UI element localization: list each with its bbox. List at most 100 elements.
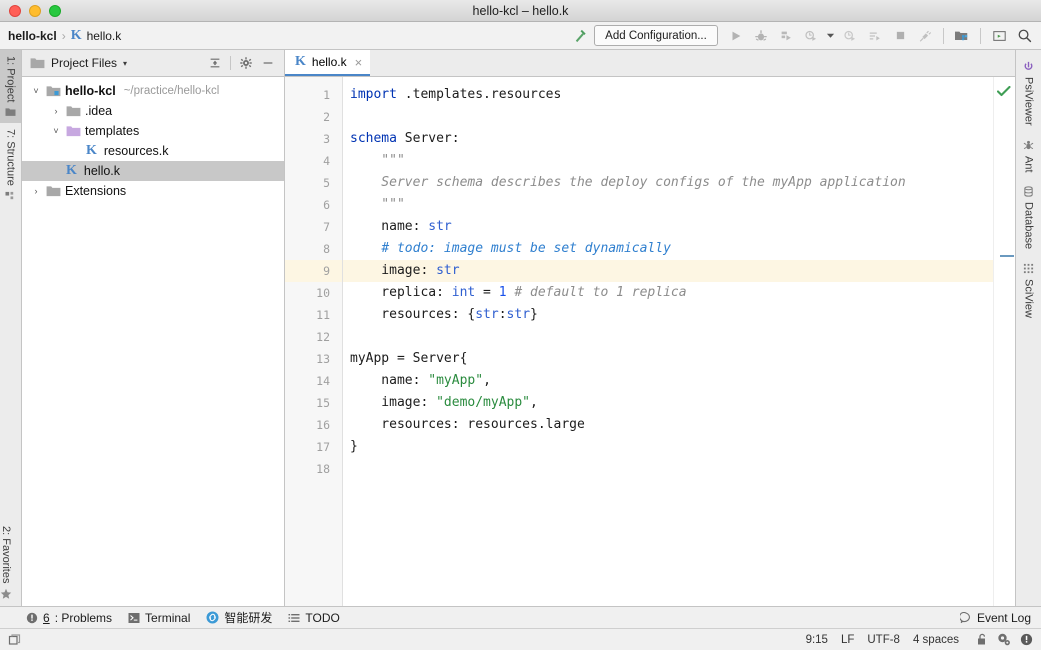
code-line[interactable] — [343, 458, 993, 480]
close-icon[interactable]: × — [355, 55, 363, 70]
folder-icon — [66, 105, 81, 117]
project-folder-icon — [5, 107, 16, 117]
code-line[interactable]: """ — [343, 194, 993, 216]
breadcrumb: hello-kcl › K hello.k — [8, 29, 121, 43]
tree-row-hello-kcl[interactable]: ˅ hello-kcl ~/practice/hello-kcl — [22, 81, 284, 101]
code-line[interactable]: # todo: image must be set dynamically — [343, 238, 993, 260]
line-separator[interactable]: LF — [841, 634, 854, 646]
toolbar-divider-2 — [980, 28, 981, 44]
zoom-window-button[interactable] — [49, 5, 61, 17]
attach-profiler-icon[interactable] — [839, 25, 861, 47]
code-content[interactable]: import .templates.resources schema Serve… — [343, 77, 993, 606]
tool-window-problems[interactable]: 6: Problems — [26, 611, 112, 625]
breadcrumb-project[interactable]: hello-kcl — [8, 29, 57, 43]
line-number: 6 — [285, 194, 342, 216]
sidebar-item-favorites[interactable]: 2: Favorites — [0, 520, 12, 606]
code-line[interactable]: schema Server: — [343, 128, 993, 150]
inspection-gutter[interactable] — [993, 77, 1015, 606]
code-line[interactable]: } — [343, 436, 993, 458]
line-number: 13 — [285, 348, 342, 370]
tree-row-extensions[interactable]: › Extensions — [22, 181, 284, 201]
lock-open-icon[interactable] — [976, 633, 988, 646]
tree-label: Extensions — [65, 184, 126, 198]
debug-icon[interactable] — [750, 25, 772, 47]
profiler-icon[interactable] — [800, 25, 822, 47]
indent-setting[interactable]: 4 spaces — [913, 634, 959, 646]
run-coverage-icon[interactable] — [775, 25, 797, 47]
code-line[interactable]: myApp = Server{ — [343, 348, 993, 370]
notifications-icon[interactable] — [1020, 633, 1033, 646]
line-number: 12 — [285, 326, 342, 348]
chevron-expanded-icon[interactable]: ˅ — [30, 86, 42, 96]
collapse-all-icon[interactable] — [205, 53, 225, 73]
git-updates-icon[interactable] — [951, 25, 973, 47]
toolbar-actions: Add Configuration... — [569, 25, 1035, 47]
code-line[interactable] — [343, 326, 993, 348]
sidebar-item-project[interactable]: 1: Project — [0, 50, 21, 123]
line-number: 8 — [285, 238, 342, 260]
sidebar-item-database[interactable]: Database — [1019, 179, 1039, 256]
tree-row-hello-k[interactable]: K hello.k — [22, 161, 284, 181]
tree-label: .idea — [85, 104, 112, 118]
code-token: # todo: image must be set dynamically — [381, 241, 671, 256]
kcl-file-icon: K — [66, 164, 77, 178]
tool-window-smart-dev[interactable]: 智能研发 — [206, 609, 272, 626]
chevron-right-icon[interactable]: › — [30, 186, 42, 196]
code-line[interactable]: """ — [343, 150, 993, 172]
editor-tab-bar: K hello.k × — [285, 50, 1015, 77]
run-configuration-selector[interactable]: Add Configuration... — [594, 25, 718, 46]
code-line[interactable]: resources: {str:str} — [343, 304, 993, 326]
hide-icon[interactable] — [258, 53, 278, 73]
code-line[interactable]: replica: int = 1 # default to 1 replica — [343, 282, 993, 304]
chevron-down-icon[interactable]: ▾ — [123, 59, 127, 68]
code-line[interactable]: name: str — [343, 216, 993, 238]
code-line[interactable]: image: str — [343, 260, 993, 282]
close-window-button[interactable] — [9, 5, 21, 17]
run-anything-icon[interactable] — [864, 25, 886, 47]
sidebar-item-ant[interactable]: Ant — [1019, 133, 1039, 180]
inspection-profile-icon[interactable] — [997, 633, 1011, 646]
hammer-build-icon[interactable] — [569, 25, 591, 47]
file-encoding[interactable]: UTF-8 — [867, 634, 900, 646]
sidebar-item-structure[interactable]: 7: Structure — [0, 123, 21, 207]
line-number: 18 — [285, 458, 342, 480]
tree-row-templates[interactable]: ˅ templates — [22, 121, 284, 141]
tree-row-idea[interactable]: › .idea — [22, 101, 284, 121]
tool-window-todo[interactable]: TODO — [288, 611, 339, 625]
code-line[interactable]: Server schema describes the deploy confi… — [343, 172, 993, 194]
code-line[interactable]: name: "myApp", — [343, 370, 993, 392]
line-number: 15 — [285, 392, 342, 414]
line-number: 5 — [285, 172, 342, 194]
tree-row-resources-k[interactable]: K resources.k — [22, 141, 284, 161]
caret-position[interactable]: 9:15 — [806, 634, 828, 646]
structure-icon — [5, 191, 16, 201]
code-line[interactable]: image: "demo/myApp", — [343, 392, 993, 414]
sidebar-item-psiviewer[interactable]: PsiViewer — [1019, 54, 1039, 133]
attach-process-icon[interactable] — [914, 25, 936, 47]
code-token: name: — [350, 373, 428, 388]
code-editor[interactable]: 1 2 3 4 5 6 7 8 9 10 11 12 13 14 15 16 1 — [285, 77, 1015, 606]
tab-hello-k[interactable]: K hello.k × — [285, 50, 370, 76]
code-line[interactable]: resources: resources.large — [343, 414, 993, 436]
sidebar-item-sciview[interactable]: SciView — [1019, 256, 1039, 325]
gear-icon[interactable] — [236, 53, 256, 73]
run-icon[interactable] — [725, 25, 747, 47]
scrollbar-marker[interactable] — [1000, 255, 1014, 257]
stop-icon[interactable] — [889, 25, 911, 47]
code-token: """ — [350, 197, 405, 212]
line-number: 10 — [285, 282, 342, 304]
show-tool-windows-icon[interactable] — [8, 633, 22, 647]
minimize-window-button[interactable] — [29, 5, 41, 17]
event-log-button[interactable]: Event Log — [960, 611, 1041, 625]
code-line[interactable]: import .templates.resources — [343, 84, 993, 106]
chevron-expanded-icon[interactable]: ˅ — [50, 126, 62, 136]
chevron-right-icon[interactable]: › — [50, 106, 62, 116]
terminal-panel-icon[interactable] — [988, 25, 1010, 47]
code-line[interactable] — [343, 106, 993, 128]
folder-purple-icon — [66, 125, 81, 137]
breadcrumb-file[interactable]: hello.k — [87, 29, 122, 43]
tool-window-terminal[interactable]: Terminal — [128, 611, 190, 625]
database-label: Database — [1023, 202, 1035, 249]
search-icon[interactable] — [1013, 25, 1035, 47]
profiler-dropdown-icon[interactable] — [825, 25, 836, 47]
